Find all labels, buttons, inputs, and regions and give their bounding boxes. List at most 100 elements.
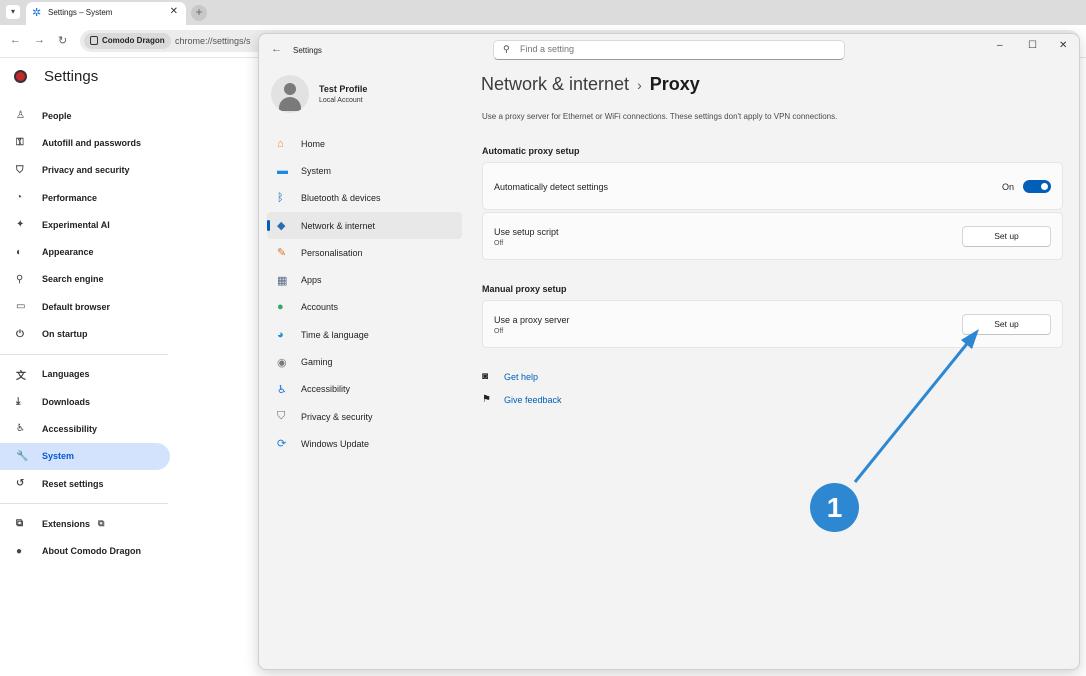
nav-item-label: Windows Update (301, 438, 370, 449)
nav-item-home[interactable]: ⌂ Home (267, 130, 462, 157)
sidebar-divider (0, 503, 168, 505)
sidebar-item-performance[interactable]: ◔ Performance (0, 184, 170, 211)
sidebar-item-about-comodo-dragon[interactable]: ● About Comodo Dragon (0, 537, 170, 564)
sidebar-item-extensions[interactable]: ⧉ Extensions ⧉ (0, 510, 170, 537)
settings-sidebar: ♙ People ⚿ Autofill and passwords ⛉ Privacy a… (0, 102, 170, 565)
sidebar-item-accessibility[interactable]: ♿ Accessibility (0, 415, 170, 442)
reload-icon[interactable]: ↻ (58, 34, 67, 47)
site-chip-label: Comodo Dragon (102, 36, 165, 45)
search-input[interactable] (520, 44, 820, 54)
dragon-logo-icon: ● (16, 545, 23, 557)
nav-item-label: Network & internet (301, 220, 376, 231)
maximize-icon[interactable]: ☐ (1028, 40, 1037, 51)
auto-detect-label: Automatically detect settings (494, 182, 609, 192)
tab-settings-system[interactable]: ✲ Settings – System ✕ (26, 2, 186, 25)
sidebar-item-label: Languages (42, 369, 90, 380)
nav-item-apps[interactable]: ▦ Apps (267, 266, 462, 293)
sidebar-item-on-startup[interactable]: ⏻ On startup (0, 320, 170, 347)
key-icon: ⚿ (16, 137, 24, 149)
nav-item-accounts[interactable]: ● Accounts (267, 294, 462, 321)
tab-search-chevron-icon[interactable]: ▾ (6, 5, 20, 19)
sidebar-item-privacy-and-security[interactable]: ⛉ Privacy and security (0, 157, 170, 184)
search-icon: ⚲ (503, 44, 510, 54)
profile-account-type: Local Account (319, 97, 363, 104)
wrench-icon: 🔧 (16, 450, 29, 462)
globe-clock-icon: ◕ (277, 328, 284, 341)
sidebar-item-label: Reset settings (42, 478, 104, 489)
sidebar-item-default-browser[interactable]: ▭ Default browser (0, 293, 170, 320)
sidebar-item-downloads[interactable]: ⤓ Downloads (0, 388, 170, 415)
find-setting-search[interactable]: ⚲ (493, 40, 845, 60)
feedback-icon: ⚑ (482, 394, 491, 405)
bluetooth-icon: ᛒ (277, 192, 284, 205)
nav-item-label: Time & language (301, 329, 369, 340)
reset-icon: ↺ (16, 478, 25, 489)
nav-item-privacy-security[interactable]: ⛉ Privacy & security (267, 403, 462, 430)
sidebar-item-label: System (42, 451, 75, 462)
auto-detect-state: On (1001, 182, 1014, 192)
setup-script-card: Use setup script Off Set up (482, 212, 1063, 260)
gamepad-icon: ◉ (277, 356, 287, 369)
nav-item-system[interactable]: ▬ System (267, 157, 462, 184)
sidebar-item-search-engine[interactable]: ⚲ Search engine (0, 266, 170, 293)
sidebar-item-label: Search engine (42, 274, 104, 285)
nav-item-network-internet[interactable]: ◆ Network & internet (267, 211, 462, 240)
translate-icon: 文 (16, 370, 26, 382)
sidebar-item-languages[interactable]: 文 Languages (0, 361, 170, 388)
tab-title: Settings – System (48, 8, 113, 17)
profile-name: Test Profile (319, 84, 368, 94)
window-app-title: Settings (293, 46, 322, 55)
give-feedback-link[interactable]: ⚑ Give feedback (482, 394, 562, 405)
get-help-link[interactable]: ◙ Get help (482, 371, 538, 382)
proxy-server-label: Use a proxy server (494, 315, 570, 325)
back-arrow-icon[interactable]: ← (271, 43, 282, 55)
nav-item-windows-update[interactable]: ⟳ Windows Update (267, 430, 462, 457)
site-info-chip[interactable]: Comodo Dragon (84, 33, 171, 49)
accessibility-icon: ♿ (16, 423, 25, 435)
brush-icon: ✎ (277, 247, 287, 260)
lock-icon (90, 36, 98, 45)
nav-item-bluetooth-devices[interactable]: ᛒ Bluetooth & devices (267, 185, 462, 212)
puzzle-icon: ⧉ (16, 518, 24, 530)
sidebar-item-label: Autofill and passwords (42, 137, 142, 148)
sidebar-item-experimental-ai[interactable]: ✦ Experimental AI (0, 211, 170, 238)
page-description: Use a proxy server for Ethernet or WiFi … (482, 112, 838, 121)
close-icon[interactable]: ✕ (170, 6, 178, 17)
setup-script-setup-button[interactable]: Set up (962, 226, 1051, 247)
back-arrow-icon[interactable]: ← (10, 34, 21, 46)
minimize-icon[interactable]: – (997, 40, 1003, 51)
sidebar-item-system[interactable]: 🔧 System (0, 442, 170, 470)
avatar[interactable] (271, 75, 309, 113)
browser-icon: ▭ (16, 301, 26, 313)
nav-item-label: Home (301, 138, 326, 149)
accounts-icon: ● (277, 301, 284, 314)
shield-icon: ⛉ (277, 410, 286, 423)
url-text[interactable]: chrome://settings/s (175, 36, 251, 46)
breadcrumb-parent[interactable]: Network & internet (481, 74, 629, 94)
sidebar-item-appearance[interactable]: ◐ Appearance (0, 238, 170, 265)
new-tab-button[interactable]: + (191, 5, 207, 21)
sidebar-item-autofill-and-passwords[interactable]: ⚿ Autofill and passwords (0, 129, 170, 156)
nav-item-label: Accounts (301, 302, 339, 313)
forward-arrow-icon[interactable]: → (34, 34, 45, 46)
give-feedback-label: Give feedback (504, 394, 562, 405)
nav-item-label: Bluetooth & devices (301, 193, 381, 204)
palette-icon: ◐ (16, 246, 23, 258)
sidebar-item-people[interactable]: ♙ People (0, 102, 170, 129)
update-icon: ⟳ (277, 438, 287, 451)
nav-item-label: Privacy & security (301, 411, 373, 422)
home-icon: ⌂ (277, 137, 284, 150)
sidebar-item-reset-settings[interactable]: ↺ Reset settings (0, 470, 170, 497)
close-icon[interactable]: ✕ (1059, 40, 1067, 51)
nav-item-personalisation[interactable]: ✎ Personalisation (267, 239, 462, 266)
nav-item-gaming[interactable]: ◉ Gaming (267, 348, 462, 375)
manual-proxy-heading: Manual proxy setup (482, 284, 567, 294)
proxy-server-setup-button[interactable]: Set up (962, 314, 1051, 335)
nav-item-accessibility[interactable]: ♿ Accessibility (267, 376, 462, 403)
nav-item-label: Personalisation (301, 247, 363, 258)
auto-detect-toggle[interactable] (1023, 180, 1051, 193)
sidebar-item-label: Appearance (42, 247, 94, 258)
nav-item-time-language[interactable]: ◕ Time & language (267, 321, 462, 348)
sidebar-item-label: On startup (42, 329, 88, 340)
proxy-server-state: Off (494, 328, 504, 335)
